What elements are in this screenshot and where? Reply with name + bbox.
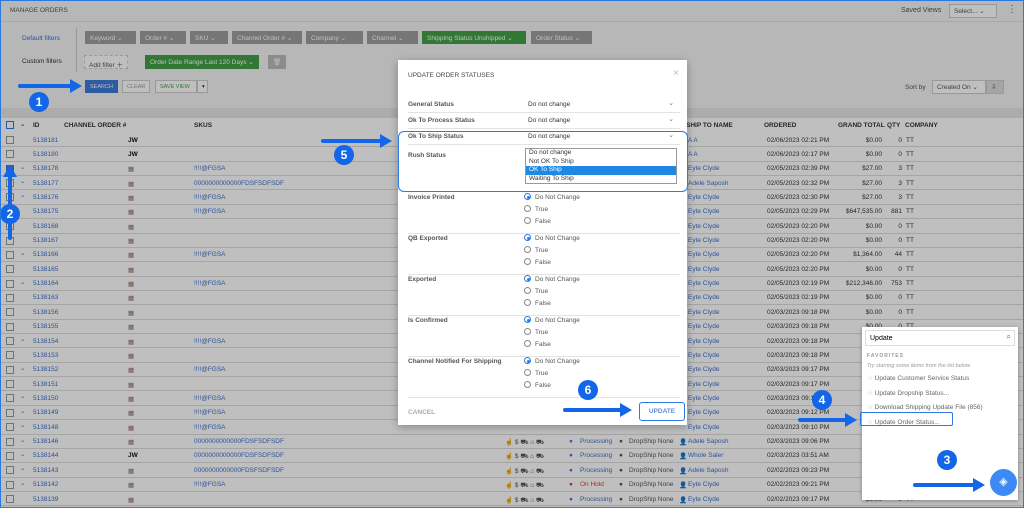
step-number-badge: 5 bbox=[334, 145, 354, 165]
arrow-head bbox=[380, 134, 392, 148]
step-number-badge: 2 bbox=[0, 204, 20, 224]
arrow-head bbox=[620, 403, 632, 417]
step-number-badge: 6 bbox=[578, 380, 598, 400]
step-number-badge: 1 bbox=[29, 92, 49, 112]
annotation-arrows bbox=[3, 79, 985, 492]
arrow-head bbox=[70, 79, 82, 93]
step-number-badge: 3 bbox=[937, 450, 957, 470]
arrow-head bbox=[3, 165, 17, 177]
step-number-badge: 4 bbox=[812, 390, 832, 410]
arrow-head bbox=[973, 478, 985, 492]
arrow-head bbox=[845, 413, 857, 427]
